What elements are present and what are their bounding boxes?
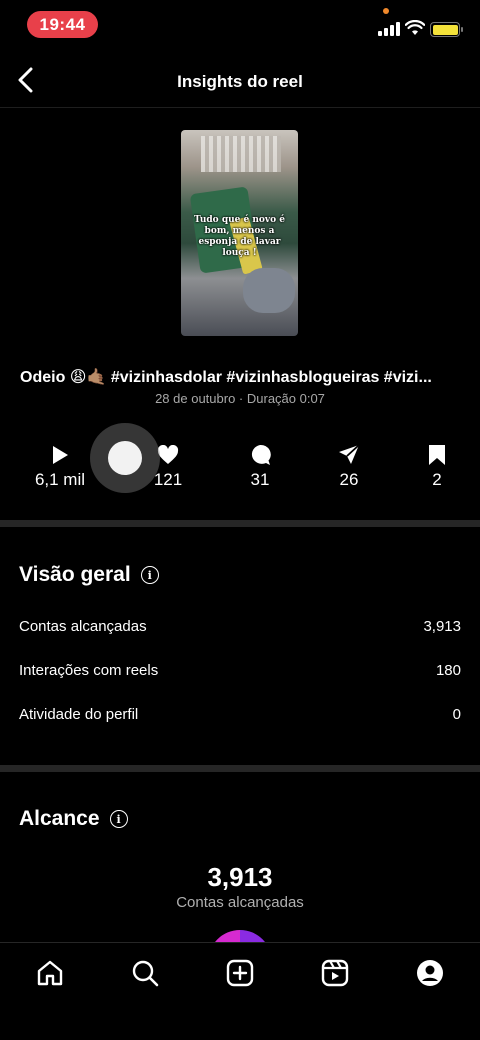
- wifi-icon: [405, 20, 425, 35]
- row-value: 3,913: [423, 618, 461, 635]
- reach-label: Contas alcançadas: [176, 894, 304, 911]
- reach-title: Alcance: [19, 807, 100, 830]
- stats-row: 6,1 mil 121 31 26 2: [0, 442, 480, 502]
- nav-profile[interactable]: [408, 957, 452, 989]
- comment-icon: [251, 444, 271, 465]
- row-value: 0: [452, 706, 461, 723]
- app-header: Insights do reel: [0, 52, 480, 108]
- reel-meta: 28 de outubro · Duração 0:07: [155, 391, 325, 406]
- row-label: Contas alcançadas: [19, 618, 147, 635]
- search-icon: [132, 960, 159, 987]
- nav-reels[interactable]: [313, 957, 357, 989]
- saves-count: 2: [432, 470, 442, 489]
- info-icon[interactable]: i: [109, 810, 128, 828]
- comments-count: 31: [250, 470, 270, 489]
- overview-section-title: Visão geral i: [19, 563, 159, 587]
- row-value: 180: [435, 662, 461, 679]
- reel-caption: Odeio 😩🤙🏽 #vizinhasdolar #vizinhasblogue…: [20, 369, 432, 386]
- plays-count: 6,1 mil: [34, 470, 86, 489]
- stat-comments: 31: [220, 442, 300, 490]
- stat-plays: 6,1 mil: [20, 442, 100, 490]
- status-bar: 19:44: [0, 0, 480, 52]
- reach-section-title: Alcance i: [19, 807, 128, 831]
- heart-icon: [157, 445, 179, 464]
- play-icon: [53, 446, 68, 464]
- shares-count: 26: [339, 470, 359, 489]
- bookmark-icon: [429, 445, 445, 465]
- info-icon[interactable]: i: [140, 566, 159, 584]
- row-label: Interações com reels: [19, 662, 159, 679]
- bottom-nav: [0, 942, 480, 1040]
- nav-home[interactable]: [28, 957, 72, 989]
- reels-icon: [321, 959, 349, 987]
- cellular-signal-icon: [378, 22, 402, 36]
- reach-number: 3,913: [207, 862, 273, 892]
- nav-search[interactable]: [123, 957, 167, 989]
- battery-icon: [430, 22, 463, 37]
- profile-icon: [417, 960, 443, 986]
- stat-saves: 2: [397, 442, 477, 490]
- overview-row-accounts-reached: Contas alcançadas 3,913: [19, 618, 461, 635]
- page-title: Insights do reel: [177, 72, 303, 91]
- touch-indicator: [90, 423, 160, 493]
- privacy-indicator-dot: [383, 8, 389, 14]
- home-icon: [37, 960, 63, 986]
- status-time: 19:44: [27, 11, 98, 38]
- stat-shares: 26: [309, 442, 389, 490]
- section-divider: [0, 520, 480, 527]
- create-icon: [226, 959, 254, 987]
- reel-overlay-text: Tudo que é novo é bom, menos a esponja d…: [193, 215, 286, 258]
- nav-create[interactable]: [218, 957, 262, 989]
- section-divider: [0, 765, 480, 772]
- row-label: Atividade do perfil: [19, 706, 139, 723]
- overview-row-reel-interactions[interactable]: Interações com reels 180: [19, 662, 461, 679]
- overview-row-profile-activity[interactable]: Atividade do perfil 0: [19, 706, 461, 723]
- send-icon: [339, 444, 360, 464]
- reel-thumbnail[interactable]: Tudo que é novo é bom, menos a esponja d…: [181, 130, 298, 336]
- overview-title: Visão geral: [19, 563, 131, 586]
